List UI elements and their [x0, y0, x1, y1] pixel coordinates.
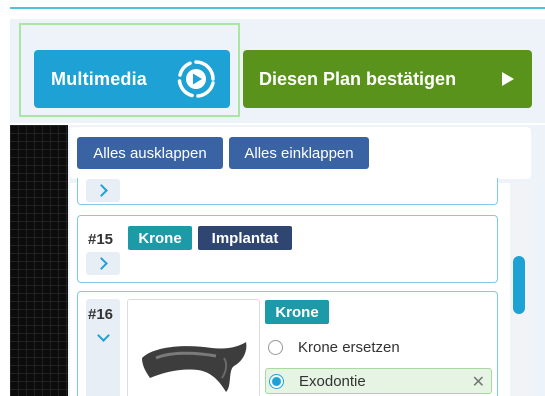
tooth-number: #16 [88, 306, 114, 323]
tooth-number: #15 [88, 231, 114, 248]
viewer-strip [10, 125, 68, 396]
tooth-card-15: #15 Krone Implantat [77, 215, 498, 283]
expand-card-button[interactable] [86, 179, 120, 202]
tooth-image[interactable] [127, 299, 260, 396]
multimedia-label: Multimedia [51, 68, 148, 89]
radio-button-selected[interactable] [269, 373, 284, 389]
option-krone-ersetzen[interactable]: Krone ersetzen [265, 334, 492, 360]
tooth-card-previous [77, 178, 498, 205]
chevron-down-icon [96, 329, 110, 342]
chevron-right-icon [95, 257, 108, 270]
tag-implantat: Implantat [198, 226, 292, 250]
collapse-all-button[interactable]: Alles einklappen [229, 137, 369, 169]
tooth-card-16: #16 Krone Krone ersetzen Exodontie ✕ [77, 291, 498, 396]
confirm-plan-label: Diesen Plan bestätigen [259, 68, 457, 89]
tooth-xray-image [128, 300, 259, 396]
expand-card-button[interactable] [86, 252, 120, 275]
radio-button[interactable] [268, 339, 283, 355]
multimedia-button[interactable]: Multimedia [34, 50, 230, 108]
expand-all-button[interactable]: Alles ausklappen [77, 137, 223, 169]
option-exodontie[interactable]: Exodontie ✕ [265, 368, 492, 394]
option-label: Krone ersetzen [298, 338, 400, 356]
panel-toolbar: Alles ausklappen Alles einklappen [70, 127, 531, 179]
tag-krone: Krone [265, 300, 329, 324]
tag-krone: Krone [128, 226, 192, 250]
collapse-card-button[interactable] [86, 326, 120, 349]
scrollbar-thumb[interactable] [513, 256, 525, 314]
confirm-plan-button[interactable]: Diesen Plan bestätigen [243, 50, 532, 108]
top-divider [10, 7, 545, 9]
play-icon [502, 72, 514, 86]
close-icon[interactable]: ✕ [472, 372, 485, 392]
multimedia-play-icon [177, 60, 215, 98]
option-label: Exodontie [299, 372, 366, 390]
chevron-right-icon [95, 184, 108, 197]
